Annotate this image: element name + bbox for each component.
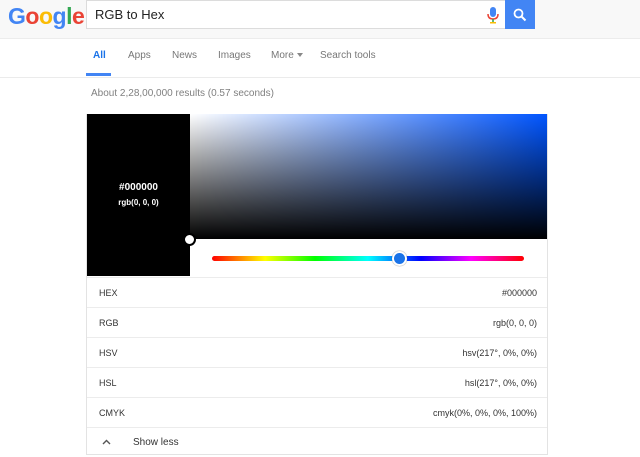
active-tab-indicator bbox=[86, 73, 111, 76]
logo-letter: g bbox=[52, 3, 67, 29]
color-picker-card: #000000 rgb(0, 0, 0) HEX #000000 RGB rgb… bbox=[86, 114, 548, 455]
color-row-hsl: HSL hsl(217°, 0%, 0%) bbox=[87, 367, 547, 397]
saturation-value-area[interactable] bbox=[190, 114, 547, 239]
tab-images[interactable]: Images bbox=[218, 50, 251, 61]
tab-more-label: More bbox=[271, 50, 294, 61]
tab-news[interactable]: News bbox=[172, 50, 197, 61]
swatch-hex-value: #000000 bbox=[119, 182, 158, 193]
row-label: CMYK bbox=[99, 408, 126, 418]
search-input[interactable] bbox=[95, 5, 465, 24]
chevron-up-icon bbox=[102, 439, 111, 445]
logo-letter: e bbox=[71, 3, 85, 29]
row-value[interactable]: cmyk(0%, 0%, 0%, 100%) bbox=[433, 408, 537, 418]
logo-letter: G bbox=[8, 3, 26, 29]
tab-apps[interactable]: Apps bbox=[128, 50, 151, 61]
row-value[interactable]: rgb(0, 0, 0) bbox=[493, 318, 537, 328]
microphone-icon[interactable] bbox=[485, 6, 501, 24]
tab-search-tools[interactable]: Search tools bbox=[320, 50, 376, 61]
color-swatch: #000000 rgb(0, 0, 0) bbox=[87, 114, 190, 276]
results-count: About 2,28,00,000 results (0.57 seconds) bbox=[91, 88, 274, 99]
row-value[interactable]: hsv(217°, 0%, 0%) bbox=[462, 348, 537, 358]
logo-letter: o bbox=[25, 3, 39, 29]
caret-down-icon bbox=[296, 53, 303, 57]
search-tabs: All Apps News Images More Search tools bbox=[0, 39, 640, 78]
header: Google bbox=[0, 0, 640, 39]
row-label: RGB bbox=[99, 318, 119, 328]
tab-all[interactable]: All bbox=[93, 50, 106, 61]
google-logo[interactable]: Google bbox=[8, 3, 85, 29]
color-row-rgb: RGB rgb(0, 0, 0) bbox=[87, 307, 547, 337]
swatch-rgb-value: rgb(0, 0, 0) bbox=[118, 198, 159, 207]
row-value[interactable]: #000000 bbox=[502, 288, 537, 298]
row-value[interactable]: hsl(217°, 0%, 0%) bbox=[465, 378, 537, 388]
hue-slider-handle[interactable] bbox=[391, 251, 407, 266]
search-icon bbox=[513, 8, 527, 21]
color-row-hsv: HSV hsv(217°, 0%, 0%) bbox=[87, 337, 547, 367]
show-less-button[interactable]: Show less bbox=[87, 427, 547, 457]
row-label: HSV bbox=[99, 348, 118, 358]
tab-more[interactable]: More bbox=[271, 50, 303, 61]
color-row-cmyk: CMYK cmyk(0%, 0%, 0%, 100%) bbox=[87, 397, 547, 427]
search-box bbox=[86, 0, 505, 29]
row-label: HEX bbox=[99, 288, 118, 298]
logo-letter: o bbox=[38, 3, 53, 29]
hue-slider[interactable] bbox=[212, 256, 524, 261]
saturation-handle[interactable] bbox=[183, 233, 196, 246]
search-button[interactable] bbox=[505, 0, 535, 29]
color-row-hex: HEX #000000 bbox=[87, 277, 547, 307]
row-label: HSL bbox=[99, 378, 117, 388]
show-less-label: Show less bbox=[133, 437, 179, 448]
color-values-table: HEX #000000 RGB rgb(0, 0, 0) HSV hsv(217… bbox=[87, 277, 547, 457]
